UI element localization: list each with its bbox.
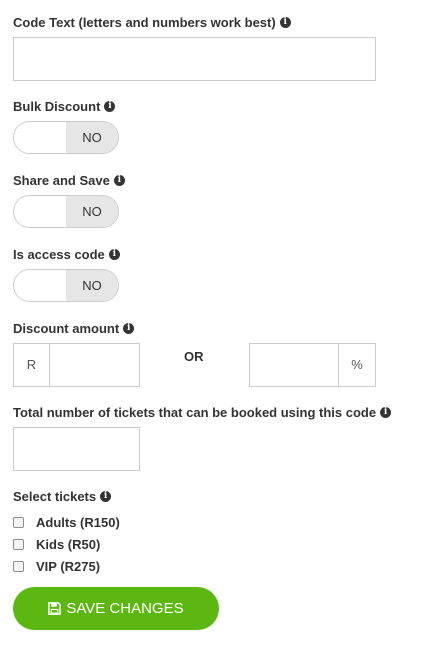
select-tickets-label: Select tickets i — [13, 489, 112, 504]
discount-amount-input[interactable] — [49, 343, 140, 387]
save-changes-button[interactable]: SAVE CHANGES — [13, 587, 219, 630]
percent-suffix: % — [338, 343, 376, 387]
info-icon[interactable]: i — [380, 407, 392, 418]
toggle-state-label: NO — [66, 270, 118, 301]
checkbox[interactable] — [13, 561, 24, 572]
info-icon[interactable]: i — [104, 101, 116, 112]
info-icon[interactable]: i — [100, 491, 112, 502]
toggle-knob — [14, 270, 66, 301]
ticket-option-adults[interactable]: Adults (R150) — [13, 515, 120, 530]
info-icon[interactable]: i — [123, 323, 135, 334]
info-icon[interactable]: i — [113, 175, 125, 186]
toggle-knob — [14, 122, 66, 153]
toggle-state-label: NO — [66, 196, 118, 227]
checkbox[interactable] — [13, 517, 24, 528]
total-tickets-label: Total number of tickets that can be book… — [13, 405, 392, 420]
ticket-option-kids[interactable]: Kids (R50) — [13, 537, 100, 552]
info-icon[interactable]: i — [279, 17, 291, 28]
total-tickets-input[interactable] — [13, 427, 140, 471]
checkbox[interactable] — [13, 539, 24, 550]
bulk-discount-toggle[interactable]: NO — [13, 121, 119, 154]
save-changes-label: SAVE CHANGES — [66, 600, 184, 617]
currency-prefix: R — [13, 343, 50, 387]
toggle-state-label: NO — [66, 122, 118, 153]
access-code-toggle[interactable]: NO — [13, 269, 119, 302]
code-text-input[interactable] — [13, 37, 376, 81]
info-icon[interactable]: i — [108, 249, 120, 260]
access-code-label: Is access code i — [13, 247, 120, 262]
code-text-label: Code Text (letters and numbers work best… — [13, 15, 291, 30]
or-separator: OR — [184, 349, 204, 364]
discount-amount-label: Discount amount i — [13, 321, 135, 336]
bulk-discount-label: Bulk Discount i — [13, 99, 116, 114]
discount-percent-input[interactable] — [249, 343, 339, 387]
ticket-option-vip[interactable]: VIP (R275) — [13, 559, 100, 574]
share-and-save-toggle[interactable]: NO — [13, 195, 119, 228]
share-and-save-label: Share and Save i — [13, 173, 125, 188]
toggle-knob — [14, 196, 66, 227]
floppy-disk-icon — [48, 602, 62, 615]
